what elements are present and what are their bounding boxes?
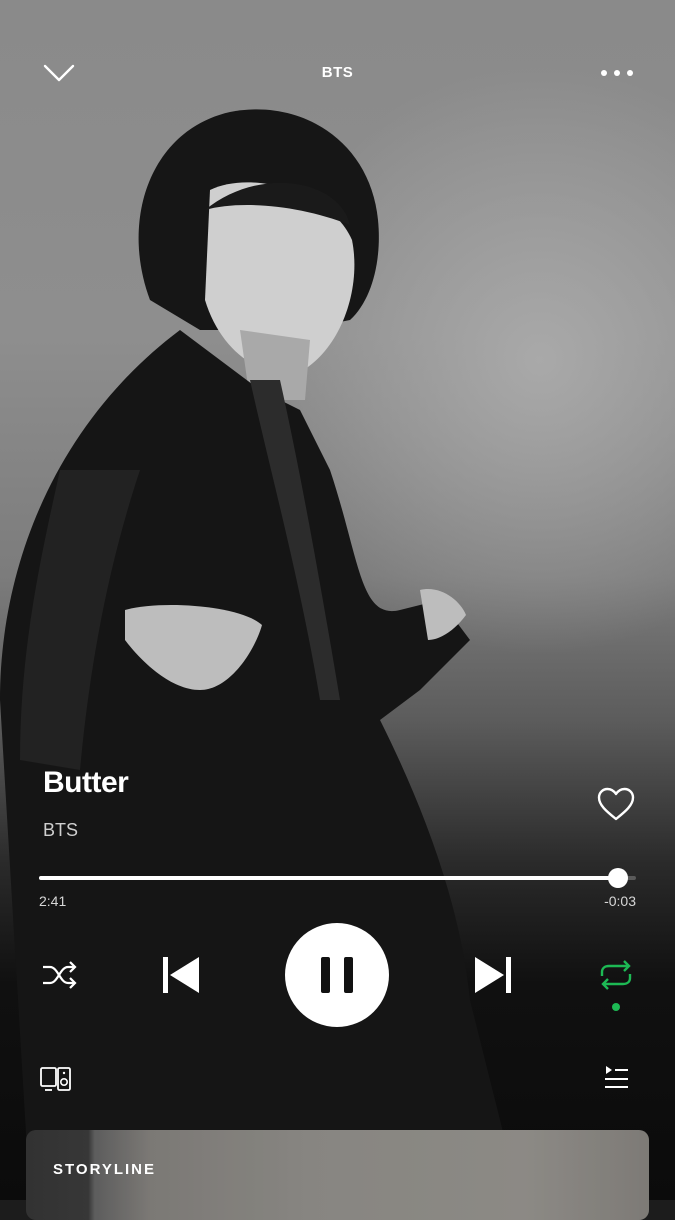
more-horizontal-icon bbox=[601, 70, 633, 76]
queue-icon bbox=[605, 1066, 628, 1088]
storyline-label: STORYLINE bbox=[53, 1161, 157, 1178]
queue-button[interactable] bbox=[600, 1063, 632, 1093]
storyline-card[interactable]: STORYLINE bbox=[26, 1130, 649, 1220]
playback-progress-bar[interactable] bbox=[39, 868, 636, 888]
repeat-active-indicator bbox=[612, 1003, 620, 1011]
remaining-time: -0:03 bbox=[604, 893, 636, 909]
playback-controls bbox=[0, 920, 675, 1030]
shuffle-icon bbox=[43, 961, 77, 989]
more-options-button[interactable] bbox=[599, 63, 635, 83]
next-track-button[interactable] bbox=[470, 953, 516, 997]
previous-track-button[interactable] bbox=[158, 953, 204, 997]
track-artist[interactable]: BTS bbox=[43, 820, 543, 841]
player-context-title: BTS bbox=[321, 64, 354, 81]
connect-devices-button[interactable] bbox=[39, 1064, 73, 1094]
repeat-button[interactable] bbox=[596, 958, 636, 992]
like-button[interactable] bbox=[596, 786, 636, 824]
track-info: Butter BTS bbox=[43, 766, 543, 841]
pause-icon bbox=[321, 957, 353, 993]
progress-scrubber-handle[interactable] bbox=[608, 868, 629, 888]
heart-icon bbox=[597, 787, 635, 821]
repeat-icon bbox=[600, 960, 632, 990]
track-title[interactable]: Butter bbox=[43, 766, 543, 800]
player-header: BTS bbox=[0, 50, 675, 96]
elapsed-time: 2:41 bbox=[39, 893, 67, 909]
shuffle-button[interactable] bbox=[40, 958, 78, 992]
skip-previous-icon bbox=[163, 957, 199, 993]
connect-devices-icon bbox=[40, 1067, 71, 1091]
skip-next-icon bbox=[475, 957, 511, 993]
pause-button[interactable] bbox=[285, 923, 389, 1027]
progress-fill bbox=[39, 876, 619, 880]
